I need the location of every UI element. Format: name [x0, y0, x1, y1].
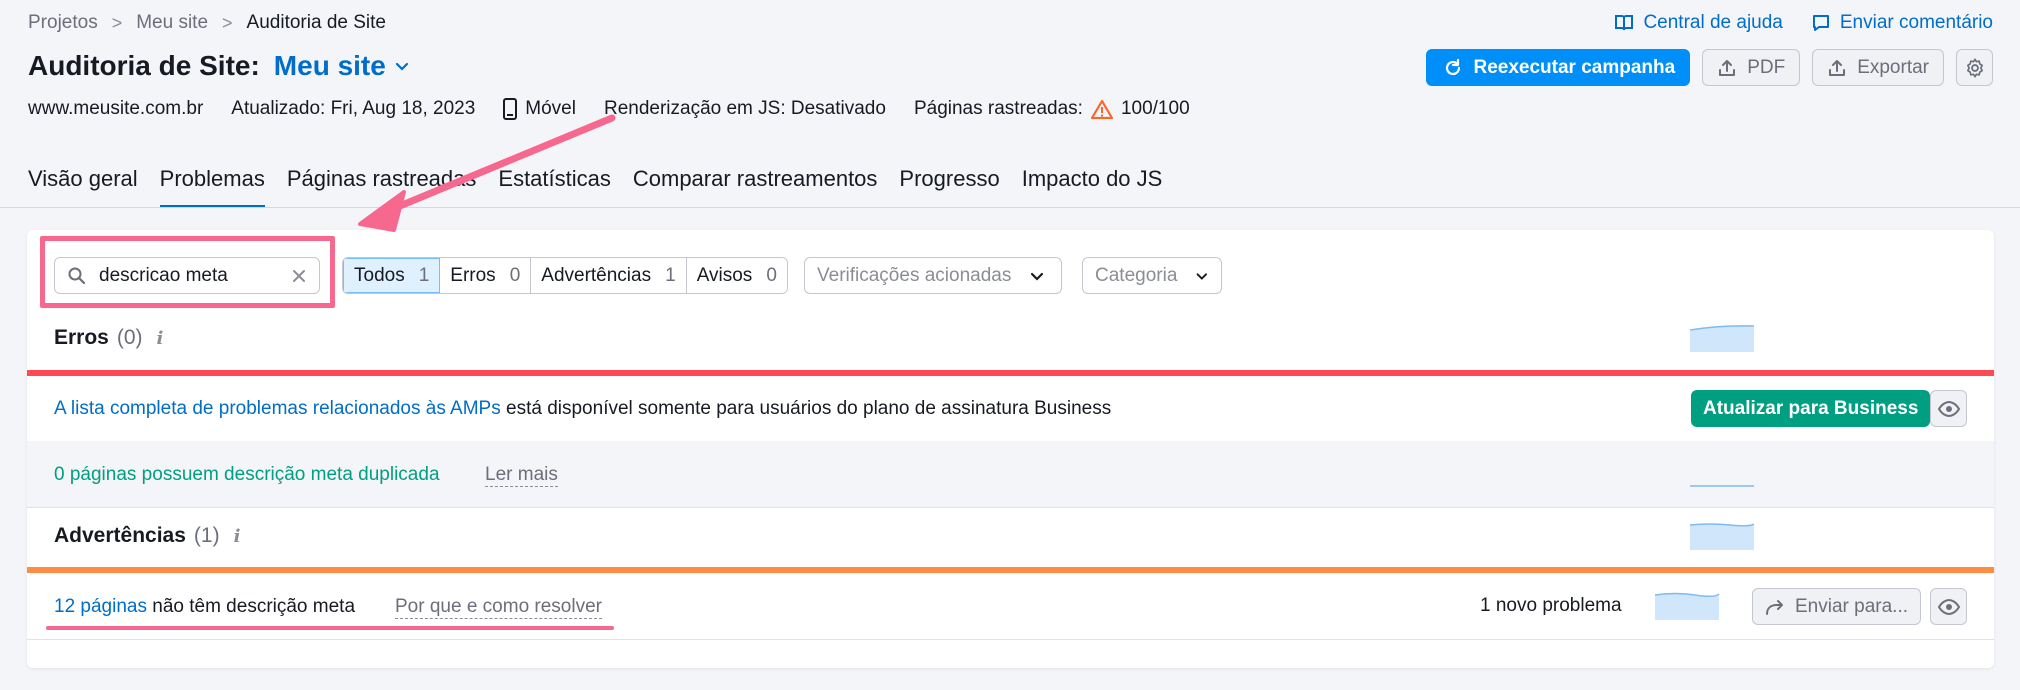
- annotation-arrow: [358, 114, 616, 232]
